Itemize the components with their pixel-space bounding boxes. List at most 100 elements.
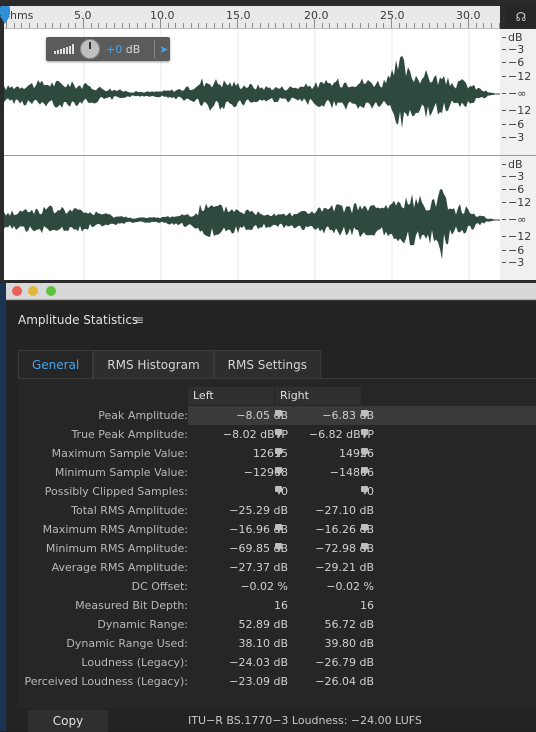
ruler-tick <box>160 18 161 28</box>
panel-menu-icon[interactable]: ≡ <box>134 313 144 327</box>
go-to-marker-icon[interactable] <box>275 486 282 495</box>
time-ruler[interactable]: hms 5.0 10.0 15.0 20.0 25.0 30.0 <box>4 6 500 29</box>
go-to-marker-icon[interactable] <box>361 543 368 552</box>
stat-label: Maximum Sample Value: <box>51 447 188 460</box>
stat-value-right: −26.79 dB <box>315 656 374 669</box>
window-titlebar[interactable] <box>6 283 536 300</box>
stat-row[interactable]: Dynamic Range Used: 38.10 dB 39.80 dB <box>18 634 536 653</box>
stat-row[interactable]: Perceived Loudness (Legacy): −23.09 dB −26… <box>18 672 536 691</box>
db-scale-label: −12 <box>501 196 532 209</box>
stat-row[interactable]: Dynamic Range: 52.89 dB 56.72 dB <box>18 615 536 634</box>
ruler-tick <box>83 18 84 28</box>
go-to-marker-icon[interactable] <box>361 410 368 419</box>
stat-row[interactable]: Loudness (Legacy): −24.03 dB −26.79 dB <box>18 653 536 672</box>
ruler-tick <box>91 23 92 28</box>
tab-rms-settings[interactable]: RMS Settings <box>213 350 322 379</box>
db-scale-label: −6 <box>501 183 525 196</box>
stat-row[interactable]: Maximum RMS Amplitude: −16.96 dB −16.26 dB <box>18 520 536 539</box>
stat-label: Dynamic Range Used: <box>66 637 188 650</box>
go-to-marker-icon[interactable] <box>361 429 368 438</box>
ruler-tick <box>114 23 115 28</box>
stat-value-left: 12615 <box>253 447 288 460</box>
column-header-right[interactable]: Right <box>275 387 361 405</box>
hud-divider <box>154 40 156 58</box>
db-scale-label: −12 <box>501 104 532 117</box>
stat-row[interactable]: Maximum Sample Value: 12615 14926 <box>18 444 536 463</box>
stat-row[interactable]: DC Offset: −0.02 % −0.02 % <box>18 577 536 596</box>
ruler-tick <box>399 23 400 28</box>
stat-row[interactable]: Peak Amplitude: −8.05 dB −6.83 dB <box>18 406 536 425</box>
stat-value-right: −29.21 dB <box>315 561 374 574</box>
volume-knob[interactable] <box>80 39 100 59</box>
stat-row[interactable]: Possibly Clipped Samples: 0 0 <box>18 482 536 501</box>
ruler-tick <box>175 23 176 28</box>
go-to-marker-icon[interactable] <box>275 524 282 533</box>
amplitude-statistics-panel: Amplitude Statistics ≡ General RMS Histo… <box>6 283 536 732</box>
db-scale-label: −6 <box>501 118 525 131</box>
minimize-window-button[interactable] <box>28 286 38 296</box>
ruler-tick <box>283 23 284 28</box>
stat-value-right: 14926 <box>339 447 374 460</box>
ruler-tick <box>422 23 423 28</box>
go-to-marker-icon[interactable] <box>361 486 368 495</box>
ruler-label: 20.0 <box>304 9 329 22</box>
waveform-shape <box>4 189 494 260</box>
tab-general[interactable]: General <box>18 350 94 379</box>
go-to-marker-icon[interactable] <box>361 467 368 476</box>
ruler-tick <box>214 23 215 28</box>
column-header-left[interactable]: Left <box>188 387 274 405</box>
stat-label: Possibly Clipped Samples: <box>44 485 188 498</box>
volume-value[interactable]: +0 dB <box>106 43 140 56</box>
go-to-marker-icon[interactable] <box>275 467 282 476</box>
db-scale-label: −∞ <box>501 87 527 100</box>
ruler-tick <box>499 23 500 28</box>
ruler-tick <box>14 23 15 28</box>
stat-row[interactable]: Average RMS Amplitude: −27.37 dB −29.21 dB <box>18 558 536 577</box>
db-scale-label: −3 <box>501 43 525 56</box>
playhead-marker[interactable] <box>0 16 10 24</box>
ruler-tick <box>168 23 169 28</box>
ruler-tick <box>391 18 392 28</box>
ruler-tick <box>129 23 130 28</box>
close-window-button[interactable] <box>12 286 22 296</box>
ruler-tick <box>52 23 53 28</box>
ruler-tick <box>152 23 153 28</box>
titlebar-divider <box>6 300 536 301</box>
stat-label: Maximum RMS Amplitude: <box>42 523 188 536</box>
db-scale-left: dB −3 −6 −12 −∞ −12 −6 −3 <box>500 29 536 156</box>
stat-value-right: 56.72 dB <box>324 618 374 631</box>
volume-hud[interactable]: +0 dB ➤ <box>46 37 170 61</box>
stat-value-left: −27.37 dB <box>229 561 288 574</box>
waveform-channel-right[interactable] <box>4 156 500 280</box>
go-to-marker-icon[interactable] <box>275 429 282 438</box>
stat-row[interactable]: True Peak Amplitude: −8.02 dBTP −6.82 dBTP <box>18 425 536 444</box>
go-to-marker-icon[interactable] <box>361 448 368 457</box>
stat-value-left: 52.89 dB <box>238 618 288 631</box>
stat-label: Minimum RMS Amplitude: <box>45 542 188 555</box>
go-to-marker-icon[interactable] <box>275 448 282 457</box>
zoom-window-button[interactable] <box>46 286 56 296</box>
stat-row[interactable]: Minimum Sample Value: −12968 −14866 <box>18 463 536 482</box>
ruler-tick <box>291 23 292 28</box>
headphone-icon[interactable]: ☊ <box>506 6 536 28</box>
ruler-tick <box>106 23 107 28</box>
stat-row[interactable]: Total RMS Amplitude: −25.29 dB −27.10 dB <box>18 501 536 520</box>
tab-rms-histogram[interactable]: RMS Histogram <box>93 350 214 379</box>
go-to-marker-icon[interactable] <box>361 524 368 533</box>
stat-value-right: 16 <box>360 599 374 612</box>
ruler-tick <box>491 23 492 28</box>
copy-button[interactable]: Copy <box>28 710 108 732</box>
go-to-marker-icon[interactable] <box>275 543 282 552</box>
go-to-marker-icon[interactable] <box>275 410 282 419</box>
ruler-tick <box>145 23 146 28</box>
ruler-tick <box>445 23 446 28</box>
ruler-tick <box>260 23 261 28</box>
ruler-tick <box>198 23 199 28</box>
stat-label: Total RMS Amplitude: <box>71 504 188 517</box>
pin-icon[interactable]: ➤ <box>159 43 168 56</box>
playhead-handle[interactable] <box>0 6 10 16</box>
stat-value-left: 16 <box>274 599 288 612</box>
stat-label: Measured Bit Depth: <box>75 599 188 612</box>
stat-row[interactable]: Measured Bit Depth: 16 16 <box>18 596 536 615</box>
stat-row[interactable]: Minimum RMS Amplitude: −69.85 dB −72.98 dB <box>18 539 536 558</box>
